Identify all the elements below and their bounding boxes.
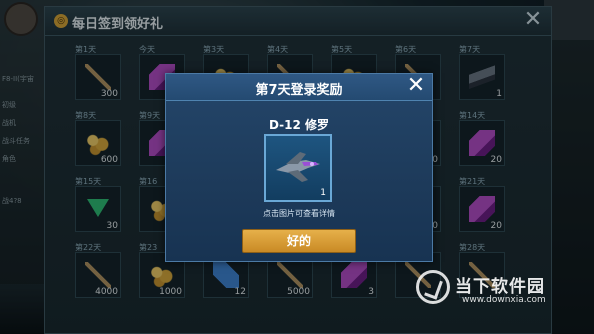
watermark-logo-icon [416,270,450,304]
ok-button[interactable]: 好的 [242,229,356,253]
watermark-text: 当下软件园 [455,277,545,297]
fighter-ship-icon [276,152,320,182]
reward-name: D-12 修罗 [268,118,330,132]
modal-close-button[interactable]: ✕ [404,74,428,98]
reward-count: 1 [320,188,326,198]
reward-modal: 第7天登录奖励 ✕ D-12 修罗 1 点击图片可查看详情 好的 [165,73,433,262]
reward-item-tile[interactable]: 1 [264,134,332,202]
watermark-url: www.downxia.com [462,295,546,305]
modal-title: 第7天登录奖励 [255,83,343,98]
reward-hint: 点击图片可查看详情 [263,209,335,218]
modal-header: 第7天登录奖励 ✕ [166,74,432,101]
